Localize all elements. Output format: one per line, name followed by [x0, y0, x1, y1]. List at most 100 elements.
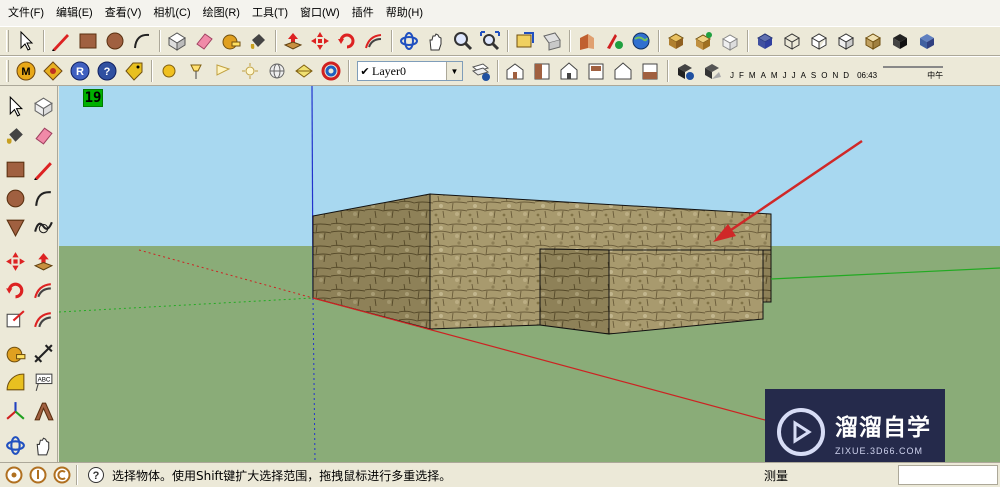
menu-window[interactable]: 窗口(W): [294, 0, 346, 26]
share-model-icon[interactable]: [601, 28, 627, 54]
menu-edit[interactable]: 编辑(E): [50, 0, 99, 26]
arc-icon[interactable]: [129, 28, 155, 54]
dynamic-component-icon[interactable]: [690, 28, 716, 54]
arc-icon[interactable]: [29, 184, 57, 213]
protractor-icon[interactable]: [1, 368, 29, 397]
shadow-settings-icon[interactable]: [672, 58, 698, 84]
toolbar-grip[interactable]: [6, 30, 9, 52]
month-mar[interactable]: M: [749, 71, 756, 80]
text-tool-icon[interactable]: ABC: [29, 368, 57, 397]
slider-track[interactable]: [883, 66, 944, 68]
monochrome-style-icon[interactable]: [887, 28, 913, 54]
make-component-icon[interactable]: [164, 28, 190, 54]
rotate-icon[interactable]: [1, 276, 29, 305]
component-attributes-icon[interactable]: [717, 28, 743, 54]
shadow-toggle-icon[interactable]: [699, 58, 725, 84]
front-view-icon[interactable]: [556, 58, 582, 84]
measurements-input[interactable]: [898, 465, 998, 485]
ruby-console-icon[interactable]: R: [67, 58, 93, 84]
help-icon[interactable]: ?: [86, 465, 106, 485]
orbit-icon[interactable]: [396, 28, 422, 54]
menu-tools[interactable]: 工具(T): [246, 0, 294, 26]
paint-bucket-icon[interactable]: [245, 28, 271, 54]
menu-plugins[interactable]: 插件: [346, 0, 380, 26]
month-dec[interactable]: D: [843, 71, 849, 80]
month-feb[interactable]: F: [739, 71, 744, 80]
pencil-line-icon[interactable]: [48, 28, 74, 54]
left-view-icon[interactable]: [637, 58, 663, 84]
follow-me-icon[interactable]: [29, 276, 57, 305]
xray-style-icon[interactable]: [752, 28, 778, 54]
circle-icon[interactable]: [102, 28, 128, 54]
month-oct[interactable]: O: [821, 71, 827, 80]
help-icon[interactable]: ?: [94, 58, 120, 84]
tape-measure-icon[interactable]: [1, 339, 29, 368]
make-component-icon[interactable]: [29, 92, 57, 121]
pencil-line-icon[interactable]: [29, 155, 57, 184]
geo-location-icon[interactable]: [4, 465, 24, 485]
zoom-icon[interactable]: [450, 28, 476, 54]
wireframe-style-icon[interactable]: [779, 28, 805, 54]
spotlight-icon[interactable]: [183, 58, 209, 84]
previous-view-icon[interactable]: [512, 28, 538, 54]
select-tool-icon[interactable]: [13, 28, 39, 54]
menu-file[interactable]: 文件(F): [2, 0, 50, 26]
eraser-icon[interactable]: [191, 28, 217, 54]
rotate-icon[interactable]: [334, 28, 360, 54]
tape-measure-icon[interactable]: [218, 28, 244, 54]
zoom-extents-icon[interactable]: [477, 28, 503, 54]
scale-icon[interactable]: [1, 305, 29, 334]
get-models-icon[interactable]: [574, 28, 600, 54]
top-view-icon[interactable]: [529, 58, 555, 84]
layer-dropdown[interactable]: ✔ Layer0 ▼: [357, 61, 463, 81]
month-aug[interactable]: A: [801, 71, 806, 80]
menu-help[interactable]: 帮助(H): [380, 0, 429, 26]
shadow-time-slider[interactable]: 中午: [883, 62, 944, 80]
google-earth-icon[interactable]: [628, 28, 654, 54]
materials-icon[interactable]: [40, 58, 66, 84]
render-icon[interactable]: [318, 58, 344, 84]
axes-icon[interactable]: [1, 397, 29, 426]
offset-icon[interactable]: [29, 305, 57, 334]
menu-camera[interactable]: 相机(C): [147, 0, 196, 26]
push-pull-icon[interactable]: [29, 247, 57, 276]
user-account-icon[interactable]: [52, 465, 72, 485]
iso-view-icon[interactable]: [502, 58, 528, 84]
hidden-line-style-icon[interactable]: [806, 28, 832, 54]
month-jun[interactable]: J: [783, 71, 787, 80]
model-info-icon[interactable]: M: [13, 58, 39, 84]
right-view-icon[interactable]: [583, 58, 609, 84]
edge-tool-icon[interactable]: [291, 58, 317, 84]
menu-draw[interactable]: 绘图(R): [197, 0, 246, 26]
orbit-icon[interactable]: [1, 431, 29, 460]
paint-bucket-icon[interactable]: [1, 121, 29, 150]
shaded-style-icon[interactable]: [833, 28, 859, 54]
back-edges-style-icon[interactable]: [914, 28, 940, 54]
component-tools-icon[interactable]: [663, 28, 689, 54]
month-may[interactable]: M: [771, 71, 778, 80]
rectangle-icon[interactable]: [1, 155, 29, 184]
3d-text-icon[interactable]: [29, 397, 57, 426]
light-cone-icon[interactable]: [210, 58, 236, 84]
viewport-3d[interactable]: 19 溜溜自学 ZIXUE.3D66.COM: [59, 86, 1000, 462]
toolbar-grip[interactable]: [6, 60, 9, 82]
shadow-month-bar[interactable]: J F M A M J J A S O N D: [730, 71, 849, 80]
pan-hand-icon[interactable]: [29, 431, 57, 460]
freehand-icon[interactable]: [29, 213, 57, 242]
month-jan[interactable]: J: [730, 71, 734, 80]
eraser-icon[interactable]: [29, 121, 57, 150]
section-plane-icon[interactable]: [539, 28, 565, 54]
layer-manager-icon[interactable]: [467, 58, 493, 84]
move-icon[interactable]: [1, 247, 29, 276]
month-jul[interactable]: J: [792, 71, 796, 80]
chevron-down-icon[interactable]: ▼: [446, 62, 462, 80]
month-apr[interactable]: A: [761, 71, 766, 80]
follow-me-icon[interactable]: [361, 28, 387, 54]
textured-style-icon[interactable]: [860, 28, 886, 54]
push-pull-icon[interactable]: [280, 28, 306, 54]
back-view-icon[interactable]: [610, 58, 636, 84]
tag-icon[interactable]: [121, 58, 147, 84]
omni-light-icon[interactable]: [237, 58, 263, 84]
month-nov[interactable]: N: [833, 71, 839, 80]
polygon-icon[interactable]: [1, 213, 29, 242]
